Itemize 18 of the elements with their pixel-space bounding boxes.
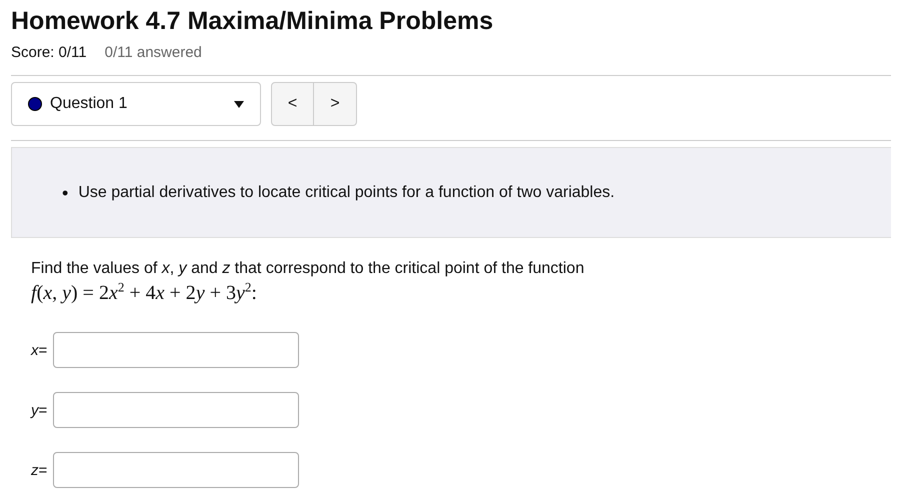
previous-button[interactable]: <: [271, 82, 314, 126]
caret-icon: [234, 100, 244, 108]
question-dropdown[interactable]: Question 1: [11, 82, 261, 126]
answered-count: 0/11 answered: [104, 44, 202, 61]
answer-field[interactable]: [53, 452, 299, 488]
answer-field[interactable]: [53, 332, 299, 368]
answer-label: z=: [31, 462, 48, 478]
math-formula: f(x, y) = 2x$^{2}$ + 4x + 2y + 3y$^{2}$:: [31, 280, 258, 306]
answer-label: y=: [31, 402, 48, 418]
score-text: Score: 0/11: [11, 44, 87, 61]
answer-field[interactable]: [53, 392, 299, 428]
objective-text: Use partial derivatives to locate critical points for a function of two variables.: [78, 182, 615, 202]
page-title: Homework 4.7 Maxima/Minima Problems: [11, 6, 494, 36]
answer-label: x=: [31, 342, 48, 358]
next-button[interactable]: >: [314, 82, 357, 126]
bullet-icon: •: [62, 182, 68, 202]
question-text: Find the values of x, y and z that correspond to the critical point of the function: [31, 259, 586, 279]
status-dot-icon: [28, 97, 42, 111]
